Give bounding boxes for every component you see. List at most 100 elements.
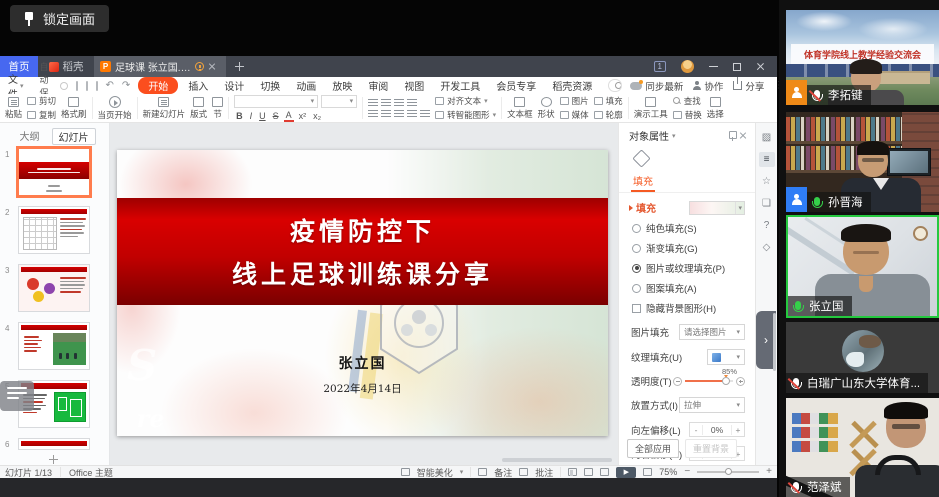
notes-button[interactable]: 备注 — [494, 466, 512, 479]
strikethrough-button[interactable]: S — [271, 111, 281, 121]
find-button[interactable]: 查找 — [673, 95, 702, 107]
reading-view-icon[interactable] — [600, 468, 609, 476]
picture-fill-select[interactable]: 请选择图片 ▾ — [679, 324, 745, 340]
collaborate-button[interactable]: 协作 — [693, 79, 723, 93]
canvas-horizontal-scrollbar[interactable] — [502, 458, 612, 462]
animation-icon[interactable]: ☆ — [759, 174, 775, 189]
font-family-select[interactable]: ▾ — [234, 95, 318, 108]
placement-select[interactable]: 拉伸 ▾ — [679, 397, 745, 413]
participant-video-2[interactable]: 孙晋海 — [786, 112, 939, 212]
align-left-icon[interactable] — [368, 109, 378, 118]
user-avatar[interactable] — [681, 60, 694, 73]
slide-editor[interactable]: S re 疫情防控下 线上足球训练课分享 张立国 2022年4月14日 — [117, 150, 608, 436]
fill-color-swatch[interactable]: ▾ — [689, 201, 745, 215]
font-size-select[interactable]: ▾ — [321, 95, 357, 108]
italic-button[interactable]: I — [248, 111, 255, 121]
superscript-button[interactable]: x² — [297, 111, 309, 121]
menu-item-home[interactable]: 开始 — [138, 77, 178, 94]
opacity-increase-icon[interactable] — [736, 377, 745, 386]
zoom-out-button[interactable]: − — [684, 467, 690, 477]
tab-fill[interactable]: 填充 — [631, 173, 655, 192]
cut-button[interactable]: 剪切 — [27, 95, 56, 107]
section-expand-icon[interactable] — [629, 205, 633, 211]
align-right-icon[interactable] — [394, 109, 404, 118]
tab-outline[interactable]: 大纲 — [14, 128, 46, 145]
copy-button[interactable]: 复制 — [27, 109, 56, 121]
shapes-icon[interactable]: ◇ — [759, 240, 775, 255]
reset-background-button[interactable]: 重置背景 — [685, 439, 737, 458]
section-button[interactable]: 节 — [212, 97, 223, 120]
opacity-decrease-icon[interactable] — [673, 377, 682, 386]
sync-status[interactable]: 同步最新 — [630, 79, 683, 93]
slide-thumbnail-4[interactable] — [18, 322, 90, 370]
fill-option-picture-texture[interactable]: 图片或纹理填充(P) — [632, 261, 755, 275]
properties-icon[interactable]: ≡ — [759, 152, 775, 167]
save-icon[interactable] — [76, 81, 78, 91]
preview-icon[interactable] — [96, 81, 98, 91]
slide-thumbnail-1[interactable] — [18, 148, 90, 196]
hide-background-checkbox[interactable]: 隐藏背景图形(H) — [632, 301, 755, 315]
menu-item-slideshow[interactable]: 放映 — [324, 77, 360, 94]
undo-icon[interactable]: ↶ — [106, 81, 114, 91]
tab-slides[interactable]: 幻灯片 — [52, 128, 96, 145]
slider-knob[interactable] — [722, 377, 730, 385]
outline-button[interactable]: 轮廓 — [594, 109, 623, 121]
menu-item-devtools[interactable]: 开发工具 — [432, 77, 488, 94]
normal-view-icon[interactable] — [568, 468, 577, 476]
pin-panel-icon[interactable] — [728, 131, 736, 141]
zoom-slider[interactable] — [697, 471, 759, 473]
sorter-view-icon[interactable] — [584, 468, 593, 476]
menu-item-docer-res[interactable]: 稻壳资源 — [544, 77, 600, 94]
close-panel-icon[interactable] — [739, 132, 747, 140]
fill-option-solid[interactable]: 纯色填充(S) — [632, 221, 755, 235]
add-slide-button[interactable] — [0, 455, 109, 465]
select-button[interactable]: 选择 — [707, 97, 724, 120]
layout-button[interactable]: 版式 — [190, 97, 207, 120]
shape-button[interactable]: 形状 — [538, 97, 555, 120]
menu-item-transition[interactable]: 切换 — [252, 77, 288, 94]
zoom-knob[interactable] — [725, 468, 732, 475]
align-center-icon[interactable] — [381, 109, 391, 118]
fill-option-gradient[interactable]: 渐变填充(G) — [632, 241, 755, 255]
tab-document[interactable]: P 足球课 张立国.pptx — [94, 56, 226, 77]
maximize-icon[interactable] — [733, 63, 741, 71]
strip-scrollbar[interactable] — [773, 313, 776, 371]
line-spacing-icon[interactable] — [420, 109, 430, 118]
floating-toolbar-overlay[interactable] — [0, 381, 34, 411]
slideshow-play-button[interactable]: ▶ — [616, 467, 636, 478]
zoom-in-button[interactable]: + — [766, 467, 772, 477]
indent-decrease-icon[interactable] — [394, 98, 404, 107]
slide-title-banner[interactable]: 疫情防控下 线上足球训练课分享 — [117, 198, 608, 305]
bold-button[interactable]: B — [234, 111, 245, 121]
new-slide-button[interactable]: 新建幻灯片 — [143, 97, 186, 120]
numbered-list-icon[interactable] — [381, 98, 391, 107]
menu-item-view[interactable]: 视图 — [396, 77, 432, 94]
menu-item-design[interactable]: 设计 — [216, 77, 252, 94]
opacity-slider[interactable] — [685, 380, 733, 382]
present-tools-button[interactable]: 演示工具 — [634, 97, 668, 120]
align-text-button[interactable]: 对齐文本▾ — [435, 95, 496, 107]
menu-item-insert[interactable]: 插入 — [180, 77, 216, 94]
indent-increase-icon[interactable] — [407, 98, 417, 107]
participant-video-5[interactable]: 范泽斌 — [786, 398, 939, 497]
picture-button[interactable]: 图片 — [560, 95, 589, 107]
layers-icon[interactable]: ❏ — [759, 196, 775, 211]
lock-screen-button[interactable]: 锁定画面 — [10, 5, 109, 32]
offset-left-stepper[interactable]: - 0% + — [689, 422, 745, 437]
slide-thumbnail-6[interactable] — [18, 438, 90, 450]
slide-thumbnail-3[interactable] — [18, 264, 90, 312]
menu-item-animation[interactable]: 动画 — [288, 77, 324, 94]
subscript-button[interactable]: x₂ — [311, 111, 323, 121]
format-painter-button[interactable]: 格式刷 — [61, 97, 87, 120]
help-icon[interactable]: ? — [759, 218, 775, 233]
notification-badge[interactable]: 1 — [654, 61, 666, 72]
redo-icon[interactable]: ↷ — [122, 81, 130, 91]
replace-button[interactable]: 替换 — [673, 109, 702, 121]
window-close-icon[interactable] — [756, 62, 765, 71]
comments-button[interactable]: 批注 — [535, 466, 553, 479]
underline-button[interactable]: U — [257, 111, 268, 121]
fit-window-icon[interactable] — [643, 468, 652, 476]
menu-item-review[interactable]: 审阅 — [360, 77, 396, 94]
minus-button[interactable]: - — [690, 425, 702, 435]
chevron-down-icon[interactable]: ▾ — [672, 132, 676, 140]
